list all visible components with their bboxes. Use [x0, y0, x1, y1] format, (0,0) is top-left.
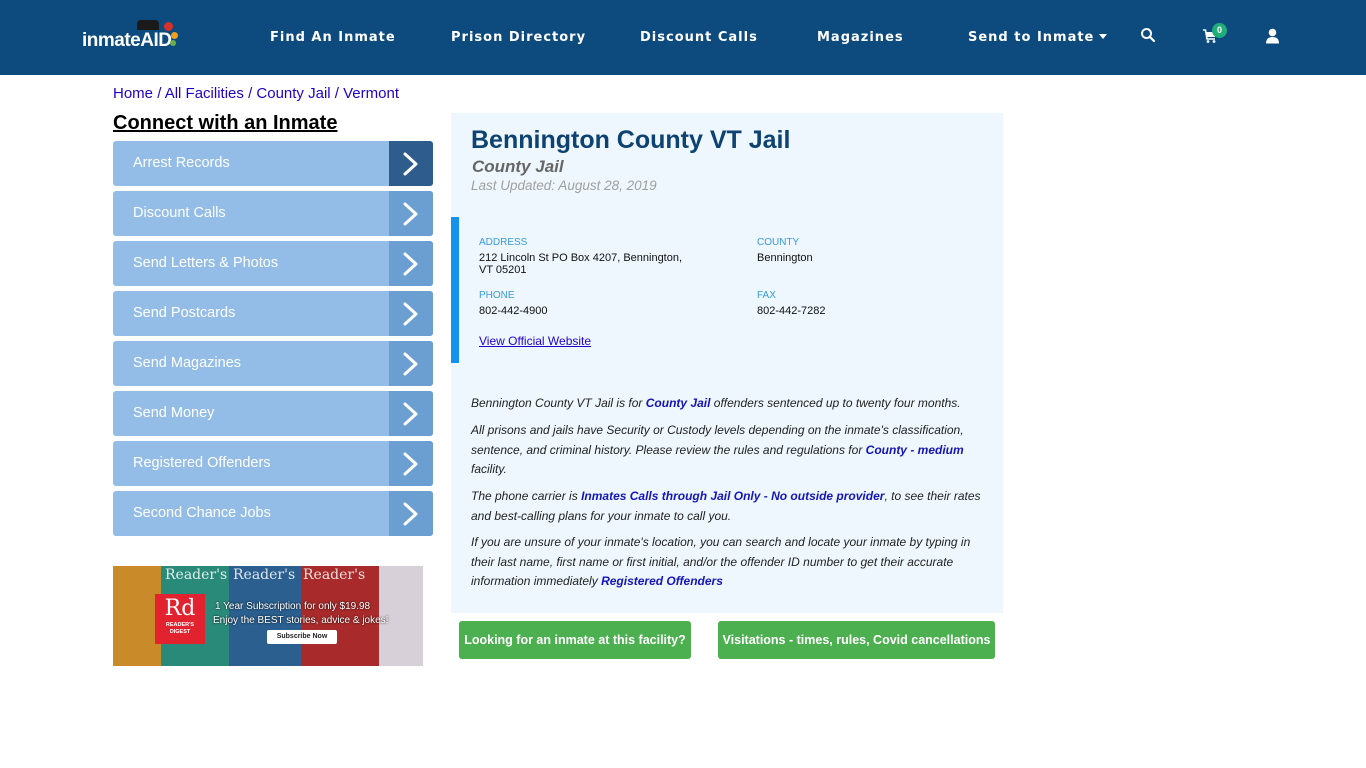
sidebar-item-discount-calls[interactable]: Discount Calls — [113, 191, 433, 236]
nav-label: Magazines — [817, 30, 904, 45]
logo-decoration-icon — [170, 40, 176, 46]
view-official-website-link[interactable]: View Official Website — [479, 334, 591, 348]
nav-discount-calls[interactable]: Discount Calls — [640, 30, 758, 45]
nav-label: Discount Calls — [640, 30, 758, 45]
logo-hat-icon — [137, 20, 159, 30]
county-jail-link[interactable]: County Jail — [646, 396, 711, 410]
breadcrumb-separator: / — [248, 85, 253, 102]
description-text: facility. — [471, 462, 507, 476]
breadcrumb-separator: / — [157, 85, 162, 102]
breadcrumb: Home / All Facilities / County Jail / Ve… — [113, 85, 399, 102]
facility-name: Bennington County VT Jail — [471, 126, 791, 154]
description-text: offenders sentenced up to twenty four mo… — [710, 396, 961, 410]
sidebar-item-label: Send Postcards — [133, 305, 236, 321]
breadcrumb-county-jail[interactable]: County Jail — [256, 85, 330, 102]
user-icon[interactable] — [1265, 28, 1285, 48]
county-value: Bennington — [757, 252, 813, 264]
description-paragraph: Bennington County VT Jail is for County … — [471, 394, 991, 414]
chevron-right-icon — [389, 241, 433, 286]
info-accent-bar — [451, 217, 459, 363]
sidebar-menu: Arrest Records Discount Calls Send Lette… — [113, 141, 433, 541]
chevron-right-icon — [389, 291, 433, 336]
sidebar-item-send-magazines[interactable]: Send Magazines — [113, 341, 433, 386]
ad-masthead: Reader's — [303, 567, 366, 583]
sidebar-item-send-letters-photos[interactable]: Send Letters & Photos — [113, 241, 433, 286]
magazine-cover-image — [113, 566, 161, 666]
find-inmate-at-facility-button[interactable]: Looking for an inmate at this facility? — [459, 621, 691, 659]
nav-prison-directory[interactable]: Prison Directory — [451, 30, 586, 45]
sidebar-item-label: Discount Calls — [133, 205, 226, 221]
sidebar-item-send-money[interactable]: Send Money — [113, 391, 433, 436]
sidebar-title: Connect with an Inmate — [113, 112, 338, 134]
sidebar-item-label: Send Letters & Photos — [133, 255, 279, 271]
registered-offenders-link[interactable]: Registered Offenders — [601, 574, 723, 588]
address-label: ADDRESS — [479, 237, 528, 248]
sidebar-item-label: Arrest Records — [133, 155, 230, 171]
top-navbar: inmateAID Find An Inmate Prison Director… — [0, 0, 1366, 75]
sidebar-item-label: Registered Offenders — [133, 455, 271, 471]
ad-tagline: Enjoy the BEST stories, advice & jokes! — [213, 615, 389, 626]
chevron-right-icon — [389, 341, 433, 386]
visitations-button[interactable]: Visitations - times, rules, Covid cancel… — [718, 621, 995, 659]
logo-decoration-icon — [164, 22, 173, 31]
phone-carrier-link[interactable]: Inmates Calls through Jail Only - No out… — [581, 489, 884, 503]
nav-find-an-inmate[interactable]: Find An Inmate — [270, 30, 396, 45]
breadcrumb-all-facilities[interactable]: All Facilities — [165, 85, 244, 102]
ad-masthead: Reader's — [233, 567, 296, 583]
logo-text: inmateAID — [82, 30, 172, 51]
chevron-right-icon — [389, 441, 433, 486]
sidebar-item-second-chance-jobs[interactable]: Second Chance Jobs — [113, 491, 433, 536]
description-paragraph: All prisons and jails have Security or C… — [471, 421, 991, 480]
county-medium-link[interactable]: County - medium — [866, 443, 964, 457]
phone-value: 802-442-4900 — [479, 305, 548, 317]
chevron-right-icon — [389, 391, 433, 436]
cart-count-badge: 0 — [1212, 23, 1227, 38]
breadcrumb-home[interactable]: Home — [113, 85, 153, 102]
sidebar-item-registered-offenders[interactable]: Registered Offenders — [113, 441, 433, 486]
sidebar-item-label: Send Money — [133, 405, 215, 421]
fax-value: 802-442-7282 — [757, 305, 826, 317]
caret-down-icon — [1099, 34, 1108, 39]
description-text: Bennington County VT Jail is for — [471, 396, 646, 410]
search-icon[interactable] — [1140, 27, 1160, 47]
chevron-right-icon — [389, 491, 433, 536]
description-paragraph: If you are unsure of your inmate's locat… — [471, 533, 991, 592]
breadcrumb-vermont[interactable]: Vermont — [343, 85, 399, 102]
logo-line: DIGEST — [169, 629, 191, 635]
nav-label: Prison Directory — [451, 30, 587, 45]
ad-masthead: Reader's — [165, 567, 228, 583]
logo-mark: Rd — [164, 596, 196, 621]
subscribe-now-button[interactable]: Subscribe Now — [267, 630, 337, 644]
sidebar-item-label: Send Magazines — [133, 355, 242, 371]
breadcrumb-separator: / — [334, 85, 339, 102]
inmateaid-logo[interactable]: inmateAID — [82, 20, 182, 54]
description-paragraph: The phone carrier is Inmates Calls throu… — [471, 487, 991, 526]
address-line1: 212 Lincoln St PO Box 4207, Bennington, — [479, 252, 683, 264]
county-label: COUNTY — [757, 237, 800, 248]
nav-label: Find An Inmate — [270, 30, 396, 45]
ad-headline: 1 Year Subscription for only $19.98 — [215, 601, 371, 612]
readers-digest-ad-banner[interactable]: Reader's Reader's Reader's Rd READER'S D… — [113, 566, 423, 666]
facility-type: County Jail — [472, 157, 564, 176]
chevron-right-icon — [389, 141, 433, 186]
readers-digest-logo: Rd READER'S DIGEST — [155, 594, 205, 644]
sidebar-item-arrest-records[interactable]: Arrest Records — [113, 141, 433, 186]
logo-decoration-icon — [171, 32, 178, 39]
description-text: The phone carrier is — [471, 489, 582, 503]
nav-magazines[interactable]: Magazines — [817, 30, 904, 45]
phone-label: PHONE — [479, 290, 515, 301]
fax-label: FAX — [757, 290, 776, 301]
last-updated: Last Updated: August 28, 2019 — [471, 178, 657, 193]
sidebar-item-label: Second Chance Jobs — [133, 505, 271, 521]
sidebar-item-send-postcards[interactable]: Send Postcards — [113, 291, 433, 336]
address-line2: VT 05201 — [479, 264, 527, 276]
nav-send-to-inmate[interactable]: Send to Inmate — [968, 30, 1108, 45]
nav-label: Send to Inmate — [968, 30, 1095, 45]
logo-line: READER'S — [165, 622, 195, 628]
chevron-right-icon — [389, 191, 433, 236]
